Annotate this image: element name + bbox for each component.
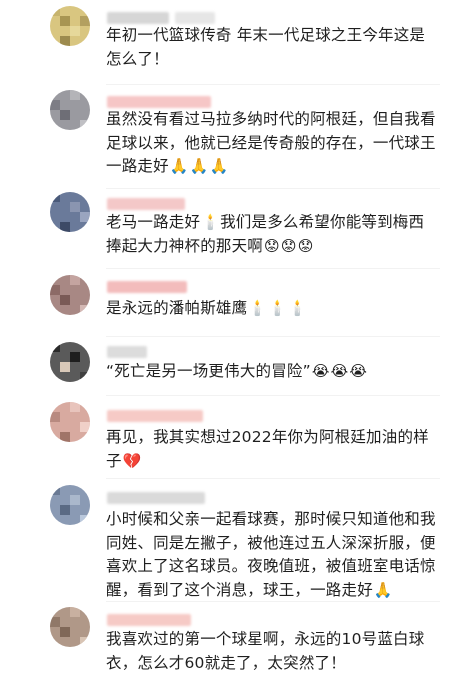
username[interactable] (107, 198, 185, 210)
divider (106, 336, 440, 337)
comment-text: 老马一路走好🕯️我们是多么希望你能等到梅西捧起大力神杯的那天啊😟😟😟 (106, 213, 425, 255)
username[interactable] (107, 492, 205, 504)
divider (106, 478, 440, 479)
username[interactable] (107, 281, 187, 293)
divider (106, 601, 440, 602)
avatar[interactable] (50, 192, 90, 232)
candle-icon: 🕯️ (268, 299, 288, 317)
pray-icon: 🙏 (189, 157, 209, 175)
avatar[interactable] (50, 342, 90, 382)
pray-icon: 🙏 (169, 157, 189, 175)
avatar[interactable] (50, 485, 90, 525)
crying-face-icon: 😭 (349, 362, 368, 380)
pray-icon: 🙏 (373, 580, 393, 599)
crying-face-icon: 😭 (330, 362, 349, 380)
avatar[interactable] (50, 275, 90, 315)
username[interactable] (107, 410, 203, 422)
divider (106, 268, 440, 269)
sad-face-icon: 😟 (297, 236, 314, 255)
username[interactable] (107, 346, 147, 358)
avatar[interactable] (50, 6, 90, 46)
avatar[interactable] (50, 90, 90, 130)
candle-icon: 🕯️ (288, 299, 307, 317)
candle-icon: 🕯️ (248, 299, 268, 317)
avatar[interactable] (50, 402, 90, 442)
broken-heart-icon: 💔 (122, 451, 142, 470)
sad-face-icon: 😟 (280, 236, 297, 255)
candle-icon: 🕯️ (201, 213, 221, 231)
comment-text: 年初一代篮球传奇 年末一代足球之王今年这是怎么了！ (106, 26, 426, 68)
username-suffix (175, 12, 215, 24)
divider (106, 84, 440, 85)
comment-text: 我喜欢过的第一个球星啊，永远的10号蓝白球衣，怎么才60就走了，太突然了！ (106, 630, 425, 672)
comment-text: 虽然没有看过马拉多纳时代的阿根廷，但自我看足球以来，他就已经是传奇般的存在，一代… (106, 110, 436, 175)
username[interactable] (107, 96, 211, 108)
comment-text: 再见，我其实想过2022年你为阿根廷加油的样子💔 (106, 428, 429, 470)
comment-text: “死亡是另一场更伟大的冒险”😭😭😭 (106, 362, 368, 380)
pray-icon: 🙏 (209, 157, 229, 175)
divider (106, 395, 440, 396)
sad-face-icon: 😟 (264, 236, 280, 255)
username[interactable] (107, 614, 191, 626)
comment-text: 是永远的潘帕斯雄鹰🕯️🕯️🕯️ (106, 299, 307, 317)
divider (106, 188, 440, 189)
username[interactable] (107, 12, 169, 24)
crying-face-icon: 😭 (311, 362, 330, 380)
comment-text: 小时候和父亲一起看球赛，那时候只知道他和我同姓、同是左撇子，被他连过五人深深折服… (106, 510, 436, 599)
avatar[interactable] (50, 607, 90, 647)
